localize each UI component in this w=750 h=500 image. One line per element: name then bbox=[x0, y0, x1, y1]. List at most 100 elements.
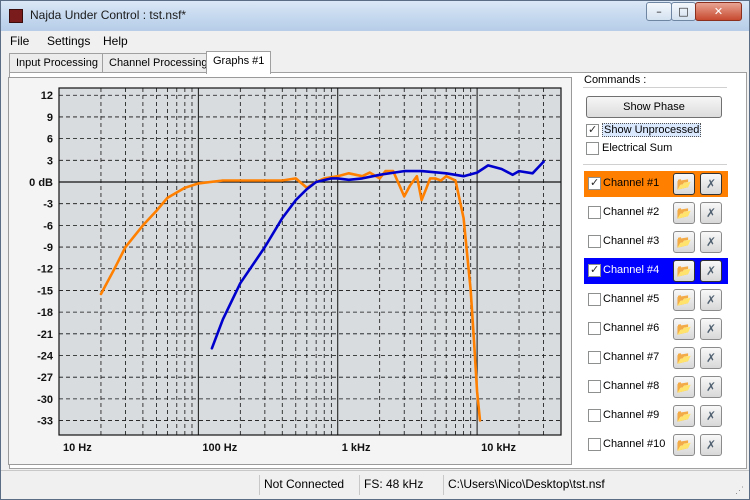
channel-6-label: Channel #6 bbox=[603, 322, 660, 334]
commands-label: Commands : bbox=[584, 74, 647, 86]
channels-divider bbox=[583, 164, 727, 166]
load-curve-icon[interactable]: 📂 bbox=[673, 347, 695, 369]
commands-divider bbox=[583, 87, 727, 88]
x-tick-label: 10 Hz bbox=[63, 442, 92, 454]
status-connection: Not Connected bbox=[259, 475, 359, 495]
channel-7-label: Channel #7 bbox=[603, 351, 660, 363]
channel-row-9[interactable]: Channel #9 📂 ✗ bbox=[584, 403, 728, 429]
status-file-path: C:\Users\Nico\Desktop\tst.nsf bbox=[443, 475, 733, 495]
load-curve-icon[interactable]: 📂 bbox=[673, 289, 695, 311]
clear-curve-icon[interactable]: ✗ bbox=[700, 347, 722, 369]
channel-5-checkbox[interactable] bbox=[588, 293, 601, 306]
y-tick-label: 3 bbox=[47, 155, 53, 167]
load-curve-icon[interactable]: 📂 bbox=[673, 434, 695, 456]
channel-row-10[interactable]: Channel #10 📂 ✗ bbox=[584, 432, 728, 458]
channel-10-label: Channel #10 bbox=[603, 438, 666, 450]
graph-canvas: 12 9 6 3 0 dB -3 -6 -9 -12 -15 -18 -21 -24 -27 -30 -33 1… bbox=[29, 87, 562, 454]
app-icon bbox=[9, 9, 23, 23]
channel-row-1[interactable]: Channel #1 📂✗ bbox=[584, 171, 728, 197]
channel-2-checkbox[interactable] bbox=[588, 206, 601, 219]
clear-curve-icon[interactable]: ✗ bbox=[700, 260, 722, 282]
show-unprocessed-checkbox[interactable]: Show Unprocessed bbox=[586, 123, 702, 139]
minimize-button[interactable]: – bbox=[646, 2, 672, 21]
clear-curve-icon[interactable]: ✗ bbox=[700, 405, 722, 427]
channel-3-label: Channel #3 bbox=[603, 235, 660, 247]
channel-9-checkbox[interactable] bbox=[588, 409, 601, 422]
load-curve-icon[interactable]: 📂 bbox=[673, 260, 695, 282]
y-tick-label: -6 bbox=[43, 220, 53, 232]
channel-row-4[interactable]: Channel #4 📂✗ bbox=[584, 258, 728, 284]
channel-4-checkbox[interactable] bbox=[588, 263, 601, 277]
menu-settings[interactable]: Settings bbox=[47, 34, 90, 48]
tab-input-processing[interactable]: Input Processing bbox=[9, 53, 105, 73]
channel-10-checkbox[interactable] bbox=[588, 438, 601, 451]
y-tick-label: 9 bbox=[47, 112, 53, 124]
menu-file[interactable]: File bbox=[10, 34, 29, 48]
channel-2-label: Channel #2 bbox=[603, 206, 660, 218]
status-bar: Not Connected FS: 48 kHz C:\Users\Nico\D… bbox=[1, 470, 749, 499]
load-curve-icon[interactable]: 📂 bbox=[673, 202, 695, 224]
clear-curve-icon[interactable]: ✗ bbox=[700, 376, 722, 398]
y-tick-label: 6 bbox=[47, 134, 53, 146]
load-curve-icon[interactable]: 📂 bbox=[673, 405, 695, 427]
show-unprocessed-check[interactable] bbox=[586, 123, 599, 137]
channel-row-3[interactable]: Channel #3 📂 ✗ bbox=[584, 229, 728, 255]
x-tick-label: 10 kHz bbox=[481, 442, 516, 454]
clear-curve-icon[interactable]: ✗ bbox=[700, 173, 722, 195]
y-tick-label: 12 bbox=[41, 90, 53, 102]
channel-3-checkbox[interactable] bbox=[588, 235, 601, 248]
y-tick-label: 0 dB bbox=[29, 177, 53, 189]
channel-8-checkbox[interactable] bbox=[588, 380, 601, 393]
y-tick-label: -3 bbox=[43, 199, 53, 211]
channel-5-label: Channel #5 bbox=[603, 293, 660, 305]
status-empty bbox=[1, 475, 259, 495]
y-tick-label: -27 bbox=[37, 372, 53, 384]
close-button[interactable]: ✕ bbox=[695, 2, 742, 21]
clear-curve-icon[interactable]: ✗ bbox=[700, 434, 722, 456]
menu-bar: File Settings Help bbox=[1, 31, 749, 51]
y-tick-label: -24 bbox=[37, 350, 54, 362]
channel-row-6[interactable]: Channel #6 📂 ✗ bbox=[584, 316, 728, 342]
load-curve-icon[interactable]: 📂 bbox=[673, 376, 695, 398]
electrical-sum-label: Electrical Sum bbox=[602, 142, 673, 154]
resize-grip-icon[interactable]: ⋰ bbox=[735, 485, 747, 497]
window-title: Najda Under Control : tst.nsf* bbox=[30, 8, 187, 22]
show-phase-button[interactable]: Show Phase bbox=[586, 96, 722, 118]
menu-help[interactable]: Help bbox=[103, 34, 128, 48]
tab-channel-processing[interactable]: Channel Processing bbox=[102, 53, 215, 73]
load-curve-icon[interactable]: 📂 bbox=[673, 173, 695, 195]
clear-curve-icon[interactable]: ✗ bbox=[700, 231, 722, 253]
electrical-sum-checkbox[interactable]: Electrical Sum bbox=[586, 141, 672, 157]
show-unprocessed-label: Show Unprocessed bbox=[602, 123, 702, 137]
clear-curve-icon[interactable]: ✗ bbox=[700, 202, 722, 224]
maximize-button[interactable]: □ bbox=[671, 2, 696, 21]
clear-curve-icon[interactable]: ✗ bbox=[700, 318, 722, 340]
y-tick-label: -33 bbox=[37, 416, 53, 428]
x-tick-label: 100 Hz bbox=[202, 442, 237, 454]
y-tick-label: -18 bbox=[37, 307, 53, 319]
load-curve-icon[interactable]: 📂 bbox=[673, 231, 695, 253]
channel-row-8[interactable]: Channel #8 📂 ✗ bbox=[584, 374, 728, 400]
frequency-response-graph[interactable]: 12 9 6 3 0 dB -3 -6 -9 -12 -15 -18 -21 -24 -27 -30 -33 1… bbox=[8, 77, 572, 465]
tab-graphs-1[interactable]: Graphs #1 bbox=[206, 51, 272, 74]
channel-row-7[interactable]: Channel #7 📂 ✗ bbox=[584, 345, 728, 371]
plot-background bbox=[58, 87, 562, 436]
channel-7-checkbox[interactable] bbox=[588, 351, 601, 364]
y-tick-label: -30 bbox=[37, 394, 53, 406]
electrical-sum-check[interactable] bbox=[586, 141, 599, 155]
clear-curve-icon[interactable]: ✗ bbox=[700, 289, 722, 311]
channel-1-label: Channel #1 bbox=[603, 177, 660, 189]
x-tick-label: 1 kHz bbox=[342, 442, 371, 454]
channel-row-5[interactable]: Channel #5 📂 ✗ bbox=[584, 287, 728, 313]
status-sample-rate: FS: 48 kHz bbox=[359, 475, 443, 495]
y-tick-label: -12 bbox=[37, 264, 53, 276]
title-bar[interactable]: Najda Under Control : tst.nsf* – □ ✕ bbox=[1, 1, 749, 31]
channel-8-label: Channel #8 bbox=[603, 380, 660, 392]
channel-row-2[interactable]: Channel #2 📂 ✗ bbox=[584, 200, 728, 226]
channel-9-label: Channel #9 bbox=[603, 409, 660, 421]
channel-1-checkbox[interactable] bbox=[588, 176, 601, 190]
y-tick-label: -21 bbox=[37, 329, 53, 341]
load-curve-icon[interactable]: 📂 bbox=[673, 318, 695, 340]
channel-6-checkbox[interactable] bbox=[588, 322, 601, 335]
y-tick-label: -15 bbox=[37, 285, 53, 297]
